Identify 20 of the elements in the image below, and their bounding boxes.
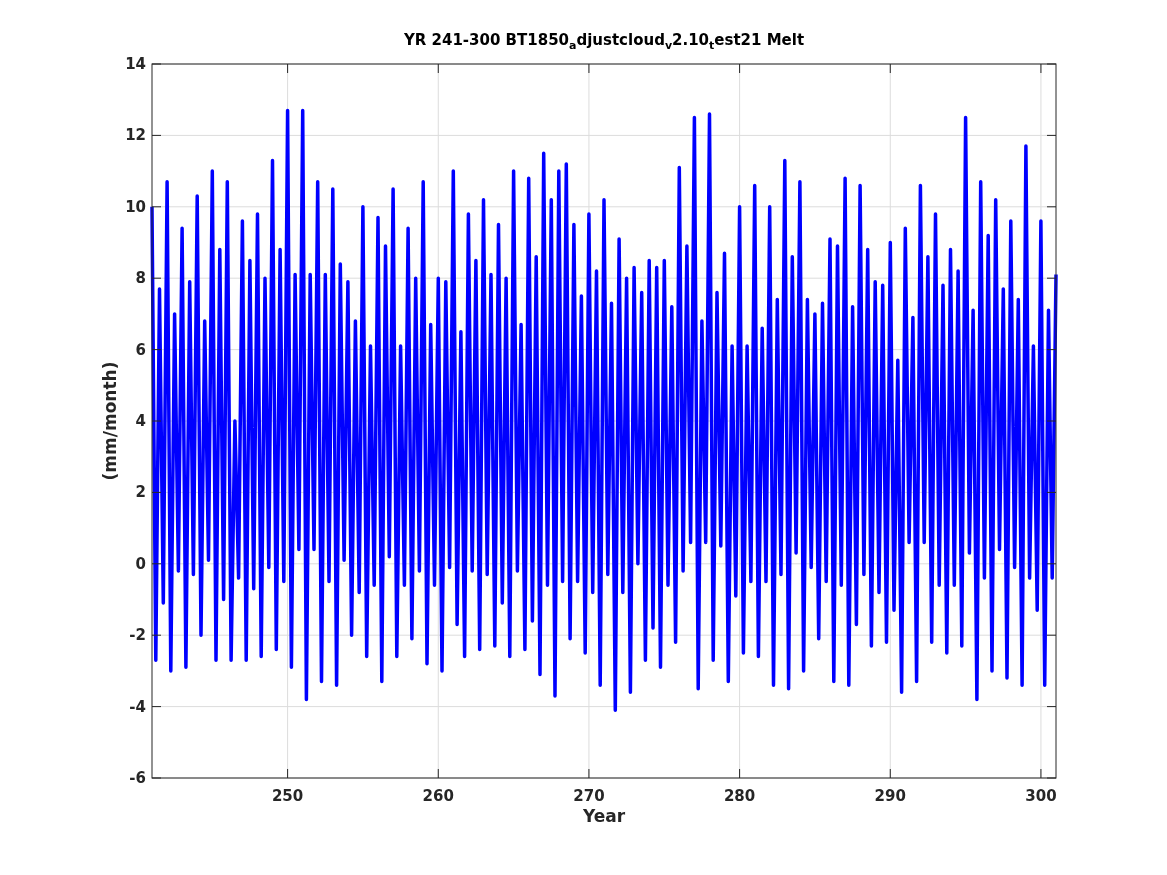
tick-label: 260 xyxy=(422,787,454,805)
tick-label: 290 xyxy=(874,787,906,805)
tick-label: 0 xyxy=(135,554,146,573)
tick-label: -2 xyxy=(129,626,146,645)
tick-label: 4 xyxy=(135,412,146,430)
tick-label: 12 xyxy=(125,126,146,145)
tick-label: 2 xyxy=(135,483,146,502)
y-axis-label: (mm/month) xyxy=(100,361,120,481)
tick-label: 14 xyxy=(125,55,146,73)
tick-label: 280 xyxy=(723,787,756,805)
tick-label: 8 xyxy=(135,269,146,288)
tick-label: 10 xyxy=(125,197,146,216)
tick-label: -4 xyxy=(129,697,146,716)
tick-label: 250 xyxy=(271,787,304,805)
chart-title: YR 241-300 BT1850$_{a}$djustcloud$_{v}$2.10$_{t}$est21 Melt xyxy=(403,31,805,49)
tick-label: -6 xyxy=(129,769,146,787)
tick-label: 300 xyxy=(1025,787,1057,805)
tick-label: 270 xyxy=(573,787,605,805)
x-axis-label: Year xyxy=(582,806,626,826)
tick-label: 6 xyxy=(135,340,146,359)
